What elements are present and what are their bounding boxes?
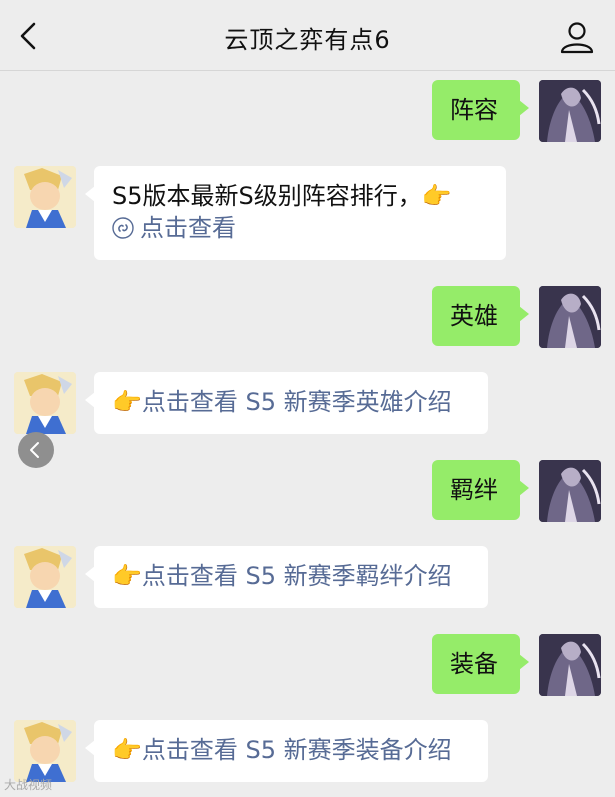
mini-program-link[interactable]: 点击查看 (112, 212, 488, 244)
message-text: 装备 (450, 650, 498, 678)
avatar-image (539, 460, 601, 522)
avatar-image (539, 286, 601, 348)
bot-avatar[interactable] (14, 166, 76, 228)
chat-screen: 云顶之弈有点6 阵容 S5版本最新S级别阵容排行，👉 点击查看 英雄 👉点击查看… (0, 0, 615, 797)
message-text: 英雄 (450, 302, 498, 330)
chat-header: 云顶之弈有点6 (0, 0, 615, 71)
my-avatar[interactable] (539, 286, 601, 348)
avatar-image (539, 80, 601, 142)
avatar-image (14, 372, 76, 434)
bot-message-bubble[interactable]: 👉点击查看 S5 新赛季羁绊介绍 (85, 546, 488, 608)
my-avatar[interactable] (539, 80, 601, 142)
bot-message-bubble[interactable]: 👉点击查看 S5 新赛季装备介绍 (85, 720, 488, 782)
my-message-bubble[interactable]: 装备 (432, 634, 529, 694)
my-avatar[interactable] (539, 460, 601, 522)
avatar-image (14, 546, 76, 608)
avatar-image (539, 634, 601, 696)
link-text[interactable]: 点击查看 (140, 212, 236, 244)
link-text[interactable]: 👉点击查看 S5 新赛季装备介绍 (112, 736, 452, 764)
message-text: 阵容 (450, 96, 498, 124)
my-message-bubble[interactable]: 羁绊 (432, 460, 529, 520)
chevron-left-icon (30, 442, 39, 458)
avatar-image (14, 720, 76, 782)
floating-back-button[interactable] (18, 432, 54, 468)
my-avatar[interactable] (539, 634, 601, 696)
my-message-bubble[interactable]: 英雄 (432, 286, 529, 346)
person-icon (560, 22, 594, 54)
back-button[interactable] (10, 14, 50, 58)
chevron-left-icon (20, 22, 36, 50)
bot-message-bubble[interactable]: 👉点击查看 S5 新赛季英雄介绍 (85, 372, 488, 434)
mini-program-link-icon (112, 217, 134, 239)
message-text: 羁绊 (450, 476, 498, 504)
avatar-image (14, 166, 76, 228)
bot-message-bubble[interactable]: S5版本最新S级别阵容排行，👉 点击查看 (85, 166, 506, 260)
bot-avatar[interactable] (14, 546, 76, 608)
link-text[interactable]: 👉点击查看 S5 新赛季英雄介绍 (112, 388, 452, 416)
chat-title: 云顶之弈有点6 (224, 26, 391, 54)
bot-avatar[interactable] (14, 720, 76, 782)
my-message-bubble[interactable]: 阵容 (432, 80, 529, 140)
link-text[interactable]: 👉点击查看 S5 新赛季羁绊介绍 (112, 562, 452, 590)
message-text: S5版本最新S级别阵容排行，👉 (112, 182, 452, 210)
watermark: 大战视频 (4, 778, 53, 792)
bot-avatar[interactable] (14, 372, 76, 434)
chat-info-button[interactable] (557, 18, 597, 58)
